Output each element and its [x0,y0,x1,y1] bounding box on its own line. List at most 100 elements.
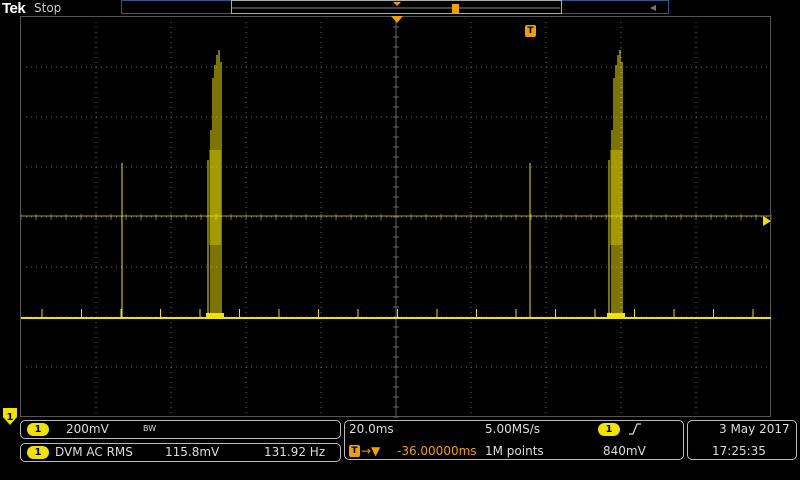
grid-dot [476,166,477,168]
grid-dot [506,66,507,68]
grid-dot [766,216,767,218]
grid-dot [545,362,547,363]
grid-dot [661,66,662,68]
grid-dot [320,97,322,98]
grid-dot [470,187,472,188]
grid-dot [431,266,432,268]
grid-dot [706,166,707,168]
channel-1-scale: 200mV [66,422,109,436]
grid-dot [695,97,697,98]
grid-dot [346,216,347,218]
grid-dot [131,116,132,118]
grid-dot [591,366,592,368]
grid-dot [545,377,547,378]
grid-dot [601,266,602,268]
grid-dot [136,166,137,168]
grid-dot [761,66,762,68]
grid-dot [695,157,697,158]
grid-dot [361,166,362,168]
grid-dot [620,327,622,328]
grid-dot [470,297,472,298]
grid-dot [95,387,97,388]
grid-dot [376,166,377,168]
grid-dot [470,387,472,388]
grid-dot [531,166,532,168]
grid-dot [545,147,547,148]
grid-dot [620,382,622,383]
grid-dot [241,116,242,118]
grid-dot [695,352,697,353]
grid-dot [95,297,97,298]
grid-dot [456,166,457,168]
grid-dot [320,72,322,73]
grid-dot [731,266,732,268]
grid-dot [245,302,247,303]
grid-dot [170,377,172,378]
grid-dot [620,22,622,23]
grid-dot [251,116,252,118]
grid-dot [151,66,152,68]
grid-dot [426,366,427,368]
grid-dot [476,116,477,118]
grid-dot [241,166,242,168]
grid-dot [371,66,372,68]
grid-dot [316,366,317,368]
grid-dot [320,247,322,248]
record-right-marker [650,5,656,11]
grid-dot [320,282,322,283]
grid-dot [245,347,247,348]
grid-dot [156,66,157,68]
grid-dot [321,266,322,268]
grid-dot [170,322,172,323]
grid-dot [245,357,247,358]
grid-dot [601,366,602,368]
grid-dot [470,242,472,243]
grid-dot [470,392,472,393]
grid-dot [76,66,77,68]
grid-dot [196,66,197,68]
grid-dot [111,166,112,168]
grid-dot [611,366,612,368]
grid-dot [446,66,447,68]
grid-dot [626,116,627,118]
grid-dot [320,302,322,303]
grid-dot [181,366,182,368]
grid-dot [331,266,332,268]
grid-dot [36,66,37,68]
grid-dot [695,92,697,93]
grid-dot [81,116,82,118]
grid-dot [95,262,97,263]
grid-dot [695,307,697,308]
grid-dot [501,266,502,268]
grid-dot [206,216,207,218]
grid-dot [95,327,97,328]
grid-dot [241,66,242,68]
grid-dot [545,407,547,408]
grid-dot [320,62,322,63]
grid-dot [726,116,727,118]
grid-dot [226,216,227,218]
grid-dot [61,66,62,68]
grid-dot [641,116,642,118]
grid-dot [695,252,697,253]
grid-dot [96,66,97,68]
grid-dot [56,366,57,368]
grid-dot [470,412,472,413]
grid-dot [381,266,382,268]
grid-dot [320,397,322,398]
grid-dot [406,66,407,68]
grid-dot [61,116,62,118]
grid-dot [695,397,697,398]
grid-dot [426,66,427,68]
grid-dot [341,116,342,118]
grid-dot [586,366,587,368]
grid-dot [61,366,62,368]
grid-dot [545,347,547,348]
grid-dot [470,362,472,363]
grid-dot [661,366,662,368]
grid-dot [631,216,632,218]
grid-dot [95,142,97,143]
grid-dot [151,366,152,368]
grid-dot [666,66,667,68]
grid-dot [470,307,472,308]
